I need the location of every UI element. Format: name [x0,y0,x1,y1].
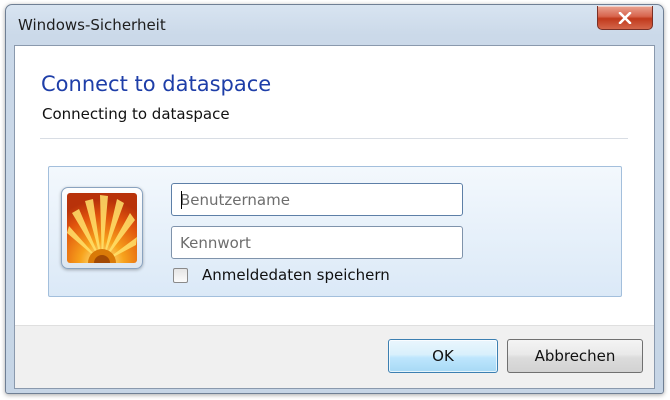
cancel-button[interactable]: Abbrechen [507,339,643,373]
window-title: Windows-Sicherheit [18,16,166,34]
dialog-content: Connect to dataspace Connecting to datas… [14,45,655,389]
title-bar[interactable]: Windows-Sicherheit [6,5,663,45]
close-button[interactable] [597,6,653,30]
header-separator [40,138,628,139]
button-bar: OK Abbrechen [15,325,654,388]
dialog-subheading: Connecting to dataspace [42,105,230,123]
security-dialog-window: Windows-Sicherheit Connect to dataspace … [5,4,664,394]
user-avatar [61,187,143,269]
remember-credentials-checkbox[interactable] [173,267,188,283]
user-tile-flower-icon [67,193,137,263]
text-caret [181,191,182,209]
remember-credentials-label[interactable]: Anmeldedaten speichern [202,266,390,284]
dialog-heading: Connect to dataspace [41,72,272,96]
credential-tile: Anmeldedaten speichern [48,166,622,297]
ok-button[interactable]: OK [388,339,498,373]
username-input[interactable] [171,183,463,216]
remember-credentials-row[interactable]: Anmeldedaten speichern [173,265,390,285]
close-icon [598,6,652,29]
password-input[interactable] [171,226,463,259]
